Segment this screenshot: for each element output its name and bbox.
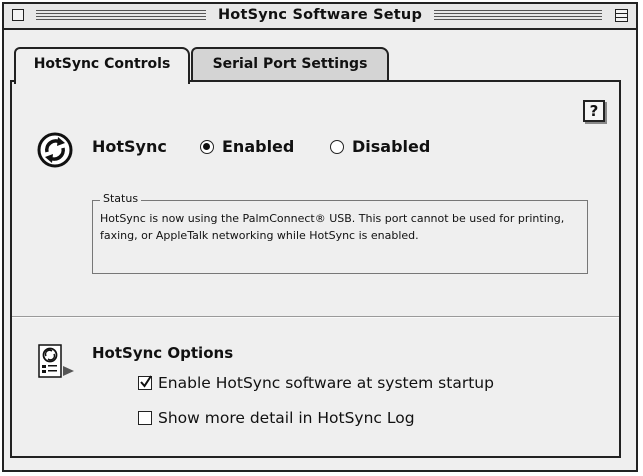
- checkbox-unchecked-icon: [138, 411, 152, 425]
- hotsync-options-title: HotSync Options: [92, 344, 234, 362]
- detail-log-checkbox-label: Show more detail in HotSync Log: [158, 409, 415, 427]
- window-title: HotSync Software Setup: [209, 6, 431, 25]
- detail-log-checkbox[interactable]: Show more detail in HotSync Log: [138, 408, 415, 428]
- section-divider: [12, 316, 619, 318]
- disabled-radio-label: Disabled: [352, 137, 431, 156]
- hotsync-options-icon: [38, 344, 78, 384]
- startup-checkbox[interactable]: Enable HotSync software at system startu…: [138, 373, 494, 393]
- tab-serial-port-settings[interactable]: Serial Port Settings: [191, 47, 389, 80]
- startup-checkbox-label: Enable HotSync software at system startu…: [158, 374, 494, 392]
- hotsync-label: HotSync: [92, 137, 167, 156]
- enabled-radio[interactable]: Enabled: [200, 137, 294, 157]
- checkbox-checked-icon: [138, 375, 152, 390]
- disabled-radio[interactable]: Disabled: [330, 137, 430, 157]
- title-bar[interactable]: HotSync Software Setup: [4, 4, 636, 30]
- zoom-box-icon[interactable]: [615, 9, 628, 22]
- status-message: HotSync is now using the PalmConnect® US…: [100, 212, 565, 242]
- help-button[interactable]: ?: [583, 100, 605, 122]
- status-legend: Status: [100, 192, 142, 206]
- hotsync-icon: [36, 131, 74, 173]
- close-box-icon[interactable]: [12, 9, 24, 21]
- enabled-radio-label: Enabled: [222, 137, 295, 156]
- radio-selected-icon: [200, 140, 214, 154]
- radio-unselected-icon: [330, 140, 344, 154]
- title-bar-stripes-left: [36, 10, 206, 21]
- title-bar-stripes-right: [434, 10, 602, 21]
- tab-hotsync-controls[interactable]: HotSync Controls: [14, 47, 190, 84]
